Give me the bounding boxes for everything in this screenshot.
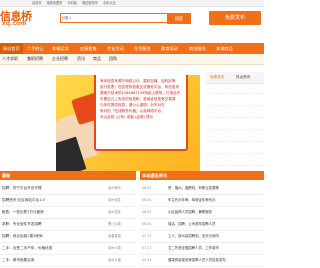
top-utility-bar: 高首页 搜狗收藏夹 手机版 微信服务号 手机大全	[0, 0, 264, 7]
list-item-title[interactable]: 贸：福州、福厦线，有职业发展等	[168, 183, 219, 194]
list-item[interactable]: 求职：专业软件开发招聘 晋江乡镇	[0, 219, 136, 231]
nav-item-life-services[interactable]: 生活服务	[134, 43, 151, 54]
list-item-title[interactable]: 工人、泉州高招聘到，全天分钟内	[168, 231, 219, 242]
top-links: 高首页 搜狗收藏夹 手机版 微信服务号 手机大全	[32, 0, 116, 6]
nav-item-housing[interactable]: 房屋租售	[80, 43, 97, 54]
logo-domain: xq.com	[2, 20, 27, 27]
tab-publish[interactable]: 免费发布	[210, 72, 224, 83]
list-item-title[interactable]: 招聘资讯·社区网站平台1.0	[2, 195, 45, 206]
list-item-meta: 泉州信息	[108, 198, 121, 202]
side-panel: 免费发布 热点资讯	[206, 72, 264, 168]
sub-nav: 人才求职 兼职招聘 企业招聘 资讯 商品 团购	[0, 54, 264, 65]
subnav-item-jobs[interactable]: 人才求职	[2, 54, 18, 64]
list-item-title[interactable]: 艾二外语全国招聘人员，工作城市	[168, 243, 219, 254]
search-button[interactable]: 搜索	[167, 13, 191, 24]
notice-text: 有你信息来源于网络公众、高校自媒、百科民等 自行发表！但仅提供信息交流服务平台，…	[100, 78, 182, 120]
list-item[interactable]	[206, 134, 264, 142]
list-item-meta: 泉州信息	[108, 210, 121, 214]
list-item-date: 07-17	[142, 234, 152, 238]
list-item[interactable]: 招聘资讯·社区网站平台1.0 泉州信息	[0, 195, 136, 207]
side-tabs: 免费发布 热点资讯	[206, 72, 264, 84]
subnav-item-goods[interactable]: 商品	[93, 54, 101, 64]
list-item-title[interactable]: 二手：出售二手汽车，价格优惠	[2, 243, 52, 254]
list-item-date: 07-17	[142, 246, 152, 250]
list-item-meta: 泉州乡镇	[108, 246, 121, 250]
latest-section-header: 最新	[0, 171, 136, 180]
section-title: 最新	[2, 173, 11, 178]
top-link[interactable]: 微信服务号	[82, 0, 98, 6]
list-item[interactable]: 07-17 艾二外语全国招聘人员，工作城市	[140, 243, 264, 255]
list-item-date: 05-11	[142, 258, 152, 262]
notice-line: 本以此前 (公布) 或者 (此报) 提示	[100, 115, 154, 119]
list-item[interactable]: 06-01 保洁、招聘，公司常年招聘人员	[140, 219, 264, 231]
subnav-item-company[interactable]: 企业招聘	[52, 54, 68, 64]
chevron-down-icon: ▾	[69, 16, 71, 20]
list-item-title[interactable]: 车主代办年审、驾驶证年审代办	[168, 195, 215, 206]
nav-item-social[interactable]: 交友活动	[107, 43, 124, 54]
subnav-item-parttime[interactable]: 兼职招聘	[27, 54, 43, 64]
publish-button[interactable]: 免费发布	[209, 11, 261, 25]
list-item-date: 06-01	[142, 186, 152, 190]
list-item-title[interactable]: 小区装修人员招聘，兼职服务	[168, 207, 212, 218]
page: 高首页 搜狗收藏夹 手机版 微信服务号 手机大全 信息桥 xq.com 分类▾ …	[0, 0, 264, 268]
site-logo[interactable]: 信息桥 xq.com	[0, 8, 40, 28]
nav-item-home[interactable]: 网站首页	[0, 43, 23, 54]
list-item[interactable]: 招聘：苏宁平台开总代理 泉州城市	[0, 183, 136, 195]
nav-item-education[interactable]: 教育培训	[161, 43, 178, 54]
list-item[interactable]	[206, 110, 264, 118]
nav-item-secondhand[interactable]: 二手转让	[27, 43, 44, 54]
search-category-select[interactable]: 分类▾	[62, 15, 76, 21]
side-list	[206, 86, 264, 170]
list-item[interactable]: 06-01 小区装修人员招聘，兼职服务	[140, 207, 264, 219]
nav-item-vehicles[interactable]: 车辆买卖	[52, 43, 69, 54]
list-item[interactable]: 06-01 车主代办年审、驾驶证年审代办	[140, 195, 264, 207]
tab-hot-news[interactable]: 热点资讯	[236, 72, 250, 83]
list-item-title[interactable]: 招聘：综合出租1楼3房间	[2, 231, 43, 242]
section-title: 本站通告资讯	[142, 173, 168, 178]
notice-section-header: 本站通告资讯	[140, 171, 264, 180]
subnav-item-groupbuy[interactable]: 团购	[109, 54, 117, 64]
list-item[interactable]: 07-17 工人、泉州高招聘到，全天分钟内	[140, 231, 264, 243]
subnav-item-news[interactable]: 资讯	[77, 54, 85, 64]
search-category-label: 分类	[62, 16, 69, 20]
list-item-date: 06-01	[142, 198, 152, 202]
list-item[interactable]	[206, 122, 264, 130]
top-link[interactable]: 搜狗收藏夹	[47, 0, 63, 6]
list-item-title[interactable]: 保洁、招聘，公司常年招聘人员	[168, 219, 215, 230]
list-item-title[interactable]: 招聘：苏宁平台开总代理	[2, 183, 42, 194]
list-item-meta: 晋江乡镇	[108, 222, 121, 226]
top-link[interactable]: 高首页	[32, 0, 42, 6]
list-item[interactable]	[206, 158, 264, 166]
nav-item-business[interactable]: 商务服务	[189, 43, 206, 54]
top-link[interactable]: 手机版	[68, 0, 78, 6]
list-item-title[interactable]: 求职：专业软件开发招聘	[2, 219, 42, 230]
list-item-date: 06-01	[142, 210, 152, 214]
list-item-date: 06-01	[142, 222, 152, 226]
notice-board: 有你信息来源于网络公众、高校自媒、百科民等 自行发表！但仅提供信息交流服务平台，…	[94, 75, 188, 151]
list-item[interactable]: 二手：城市房屋买卖 泉州乡镇	[0, 255, 136, 267]
list-item[interactable]: 05-11 健康的高保安家招聘人员人员信息发布	[140, 255, 264, 267]
search-box: 分类▾	[60, 13, 168, 23]
list-item-title[interactable]: 二手：城市房屋买卖	[2, 255, 34, 266]
top-link[interactable]: 手机大全	[103, 0, 116, 6]
list-item[interactable]	[206, 98, 264, 106]
list-item[interactable]: 租售：一枚出售7万元套房 泉州信息	[0, 207, 136, 219]
list-item-meta: 泉州城市	[108, 186, 121, 190]
notice-list: 06-01 贸：福州、福厦线，有职业发展等 06-01 车主代办年审、驾驶证年审代办…	[140, 183, 264, 267]
latest-list: 招聘：苏宁平台开总代理 泉州城市 招聘资讯·社区网站平台1.0 泉州信息 租售：一枚…	[0, 183, 136, 267]
list-item-meta: 泉州乡镇	[108, 258, 121, 262]
list-item[interactable]: 06-01 贸：福州、福厦线，有职业发展等	[140, 183, 264, 195]
list-item-title[interactable]: 健康的高保安家招聘人员人员信息发布	[168, 255, 226, 266]
main-nav: 网站首页 二手转让 车辆买卖 房屋租售 交友活动 生活服务 教育培训 商务服务 …	[0, 43, 264, 54]
promo-banner[interactable]: 有你信息来源于网络公众、高校自媒、百科民等 自行发表！但仅提供信息交流服务平台，…	[56, 75, 200, 171]
list-item[interactable]	[206, 146, 264, 154]
list-item[interactable]: 二手：出售二手汽车，价格优惠 泉州乡镇	[0, 243, 136, 255]
list-item[interactable]	[206, 86, 264, 94]
nav-item-local[interactable]: 本地商品	[216, 43, 233, 54]
search-input[interactable]	[77, 15, 141, 21]
list-item-title[interactable]: 租售：一枚出售7万元套房	[2, 207, 44, 218]
list-item[interactable]: 招聘：综合出租1楼3房间 永春县镇	[0, 231, 136, 243]
list-item-meta: 永春县镇	[108, 234, 121, 238]
